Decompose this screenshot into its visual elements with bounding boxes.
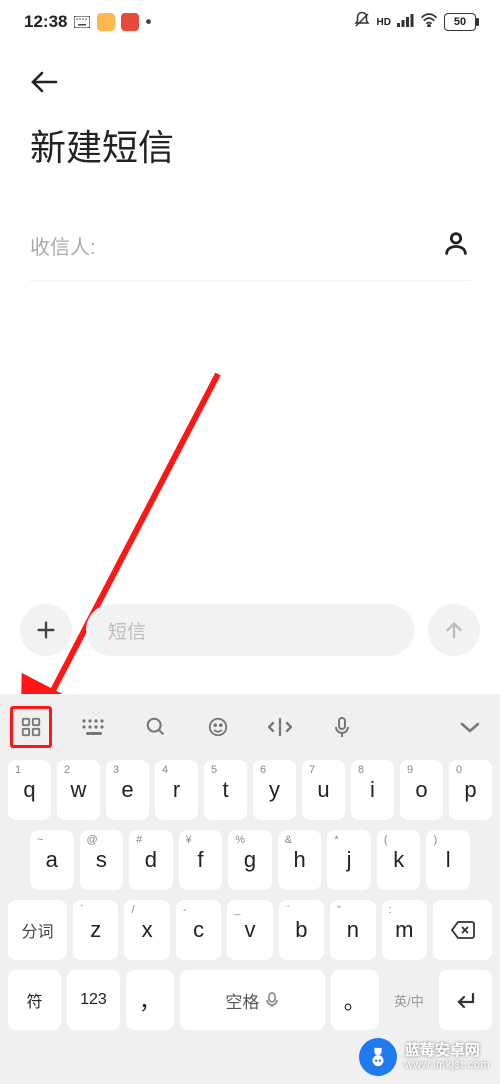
key-space[interactable]: 空格 xyxy=(180,970,325,1030)
key-symbols[interactable]: 符 xyxy=(8,970,61,1030)
key-b[interactable]: ¨b xyxy=(279,900,324,960)
key-c[interactable]: -c xyxy=(176,900,221,960)
send-button[interactable] xyxy=(428,604,480,656)
keyboard-layout-button[interactable] xyxy=(74,707,114,747)
key-p[interactable]: 0p xyxy=(449,760,492,820)
key-w[interactable]: 2w xyxy=(57,760,100,820)
mute-icon xyxy=(353,11,371,34)
keyboard-toolbar xyxy=(0,694,500,760)
recipient-row: 收信人: xyxy=(30,211,470,281)
status-bar: 12:38 • HD 50 xyxy=(0,0,500,40)
key-row-1: 1q 2w 3e 4r 5t 6y 7u 8i 9o 0p xyxy=(8,760,492,820)
signal-icon xyxy=(397,12,414,32)
key-n[interactable]: "n xyxy=(330,900,375,960)
key-s[interactable]: @s xyxy=(80,830,124,890)
key-row-3: 分词 `z /x -c _v ¨b "n :m xyxy=(8,900,492,960)
key-z[interactable]: `z xyxy=(73,900,118,960)
key-fenci[interactable]: 分词 xyxy=(8,900,67,960)
battery-level: 50 xyxy=(454,16,466,28)
ellipsis-icon: • xyxy=(145,12,151,32)
keyboard: 1q 2w 3e 4r 5t 6y 7u 8i 9o 0p ~a @s #d ¥… xyxy=(0,694,500,1084)
key-k[interactable]: (k xyxy=(377,830,421,890)
status-left: 12:38 • xyxy=(24,12,151,32)
watermark-url: www.lmkjst.com xyxy=(405,1059,490,1071)
wifi-icon xyxy=(420,12,438,32)
voice-button[interactable] xyxy=(322,707,362,747)
recipient-input[interactable]: 收信人: xyxy=(30,231,96,260)
message-placeholder: 短信 xyxy=(108,617,146,644)
watermark-logo-icon xyxy=(359,1038,397,1076)
watermark: 蓝莓安卓网 www.lmkjst.com xyxy=(359,1038,490,1076)
key-enter[interactable] xyxy=(439,970,492,1030)
status-right: HD 50 xyxy=(353,11,476,34)
key-y[interactable]: 6y xyxy=(253,760,296,820)
key-comma[interactable]: ， xyxy=(126,970,174,1030)
emoji-button[interactable] xyxy=(198,707,238,747)
key-r[interactable]: 4r xyxy=(155,760,198,820)
cursor-button[interactable] xyxy=(260,707,300,747)
search-button[interactable] xyxy=(136,707,176,747)
key-l[interactable]: )l xyxy=(426,830,470,890)
key-g[interactable]: %g xyxy=(228,830,272,890)
app-icon-weibo xyxy=(97,13,115,31)
key-period[interactable]: 。 xyxy=(331,970,379,1030)
key-i[interactable]: 8i xyxy=(351,760,394,820)
key-d[interactable]: #d xyxy=(129,830,173,890)
message-input[interactable]: 短信 xyxy=(86,604,414,656)
key-u[interactable]: 7u xyxy=(302,760,345,820)
key-m[interactable]: :m xyxy=(382,900,427,960)
key-x[interactable]: /x xyxy=(124,900,169,960)
annotation-arrow xyxy=(18,370,238,714)
key-t[interactable]: 5t xyxy=(204,760,247,820)
status-time: 12:38 xyxy=(24,12,67,32)
key-h[interactable]: &h xyxy=(278,830,322,890)
key-q[interactable]: 1q xyxy=(8,760,51,820)
key-backspace[interactable] xyxy=(433,900,492,960)
hd-icon: HD xyxy=(377,17,391,28)
keyboard-status-icon xyxy=(73,13,91,31)
key-numbers[interactable]: 123 xyxy=(67,970,120,1030)
key-language[interactable]: 英/中 xyxy=(385,970,433,1030)
contact-picker-button[interactable] xyxy=(442,229,470,262)
collapse-keyboard-button[interactable] xyxy=(450,707,490,747)
battery-icon: 50 xyxy=(444,13,476,31)
key-a[interactable]: ~a xyxy=(30,830,74,890)
key-j[interactable]: *j xyxy=(327,830,371,890)
compose-bar: 短信 xyxy=(0,604,500,656)
key-row-2: ~a @s #d ¥f %g &h *j (k )l xyxy=(8,830,492,890)
add-attachment-button[interactable] xyxy=(20,604,72,656)
key-o[interactable]: 9o xyxy=(400,760,443,820)
key-f[interactable]: ¥f xyxy=(179,830,223,890)
app-icon-red xyxy=(121,13,139,31)
page-title: 新建短信 xyxy=(0,109,500,211)
key-v[interactable]: _v xyxy=(227,900,272,960)
back-button[interactable] xyxy=(30,81,60,98)
watermark-title: 蓝莓安卓网 xyxy=(405,1043,490,1060)
key-row-4: 符 123 ， 空格 。 英/中 xyxy=(8,970,492,1030)
keyboard-apps-button[interactable] xyxy=(10,706,52,748)
key-e[interactable]: 3e xyxy=(106,760,149,820)
header-row xyxy=(0,40,500,109)
